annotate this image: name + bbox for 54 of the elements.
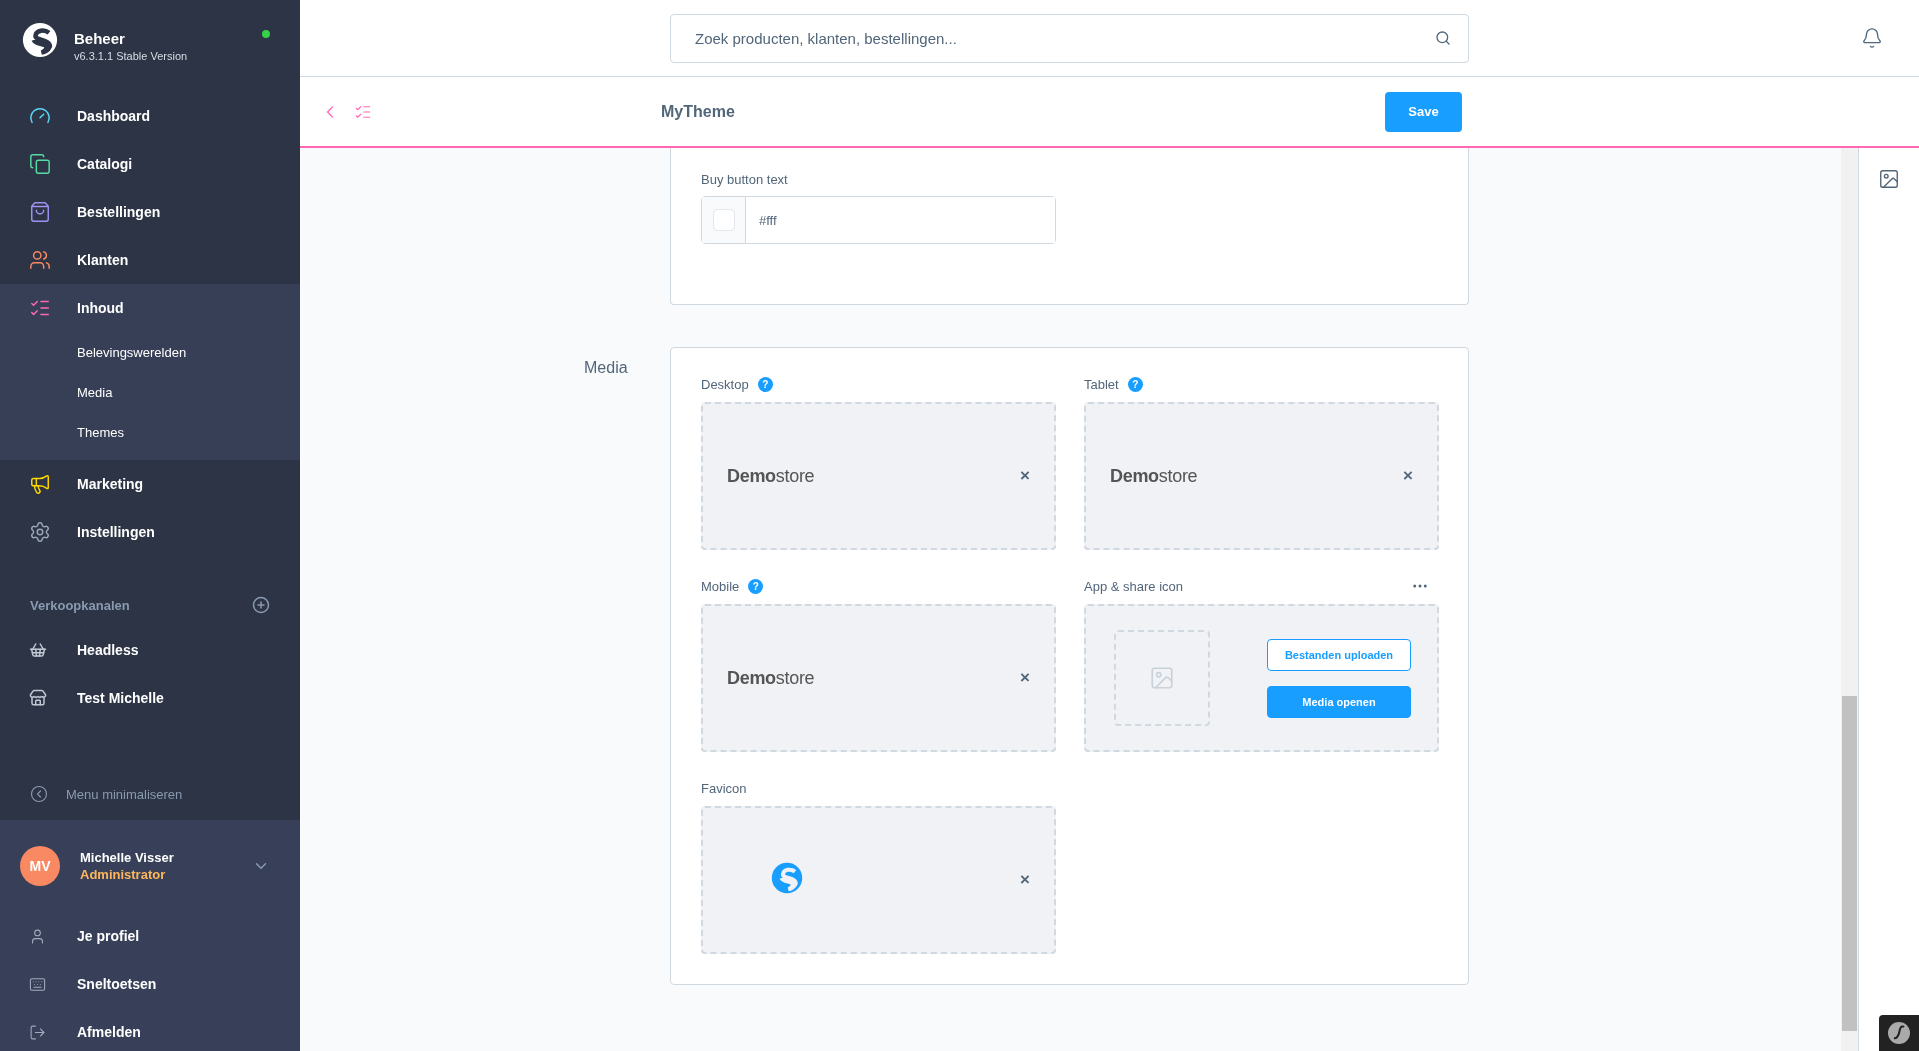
nav-item[interactable]: Instellingen bbox=[0, 508, 300, 556]
nav-subitem[interactable]: Belevingswerelden bbox=[0, 332, 300, 372]
user-menu-item[interactable]: Sneltoetsen bbox=[0, 960, 300, 1008]
nav-item[interactable]: Marketing bbox=[0, 460, 300, 508]
search-icon[interactable] bbox=[1435, 29, 1451, 46]
nav-subitem[interactable]: Themes bbox=[0, 412, 300, 452]
brand-logo-icon bbox=[22, 22, 58, 58]
field-label: Favicon bbox=[701, 780, 747, 796]
page-title: MyTheme bbox=[661, 102, 736, 121]
chevron-left-circle-icon bbox=[30, 785, 48, 803]
remove-button[interactable]: × bbox=[1020, 668, 1030, 688]
nav-item[interactable]: Dashboard bbox=[0, 92, 300, 140]
channel-icon bbox=[29, 641, 47, 659]
channel-icon bbox=[29, 689, 47, 707]
remove-button[interactable]: × bbox=[1020, 870, 1030, 890]
logo-image: Demostore bbox=[727, 667, 816, 689]
user-menu-icon bbox=[29, 975, 46, 993]
user-name: Michelle Visser bbox=[80, 850, 175, 865]
section-title: Media bbox=[584, 358, 629, 378]
user-role: Administrator bbox=[80, 867, 167, 882]
sales-channel-item[interactable]: Test Michelle bbox=[0, 674, 300, 722]
favicon-logo-icon bbox=[771, 862, 803, 894]
logo-image: Demostore bbox=[1110, 465, 1199, 487]
remove-button[interactable]: × bbox=[1020, 466, 1030, 486]
field-label: Tablet bbox=[1084, 376, 1119, 392]
color-field[interactable]: #fff bbox=[701, 196, 1056, 244]
nav-item[interactable]: Klanten bbox=[0, 236, 300, 284]
nav-item[interactable]: Inhoud bbox=[0, 284, 300, 332]
search-field[interactable]: Zoek producten, klanten, bestellingen... bbox=[670, 13, 1469, 63]
user-menu-icon bbox=[29, 927, 46, 945]
nav-subitem[interactable]: Media bbox=[0, 372, 300, 412]
user-menu-item[interactable]: Afmelden bbox=[0, 1008, 300, 1051]
nav-item[interactable]: Bestellingen bbox=[0, 188, 300, 236]
user-menu-item[interactable]: Je profiel bbox=[0, 912, 300, 960]
field-label: Mobile bbox=[701, 578, 740, 594]
field-label: Desktop bbox=[701, 376, 749, 392]
notifications-icon[interactable] bbox=[1861, 27, 1883, 49]
color-swatch[interactable] bbox=[712, 209, 735, 231]
user-menu-icon bbox=[29, 1023, 46, 1041]
remove-button[interactable]: × bbox=[1403, 466, 1413, 486]
image-icon bbox=[1149, 665, 1175, 691]
brand-title: Beheer bbox=[74, 30, 126, 47]
nav-item[interactable]: Catalogi bbox=[0, 140, 300, 188]
debug-toolbar-icon[interactable] bbox=[1879, 1015, 1919, 1051]
add-icon[interactable] bbox=[252, 596, 270, 614]
version-text: v6.3.1.1 Stable Version bbox=[74, 50, 189, 62]
section-title: Verkoopkanalen bbox=[30, 597, 130, 613]
sales-channel-item[interactable]: Headless bbox=[0, 626, 300, 674]
image-icon[interactable] bbox=[1878, 168, 1900, 190]
scrollbar[interactable] bbox=[1841, 148, 1858, 1051]
field-label: App & share icon bbox=[1084, 578, 1183, 594]
collapse-menu-link[interactable]: Menu minimaliseren bbox=[0, 768, 300, 820]
logo-image: Demostore bbox=[727, 465, 816, 487]
field-label: Buy button text bbox=[701, 172, 788, 187]
